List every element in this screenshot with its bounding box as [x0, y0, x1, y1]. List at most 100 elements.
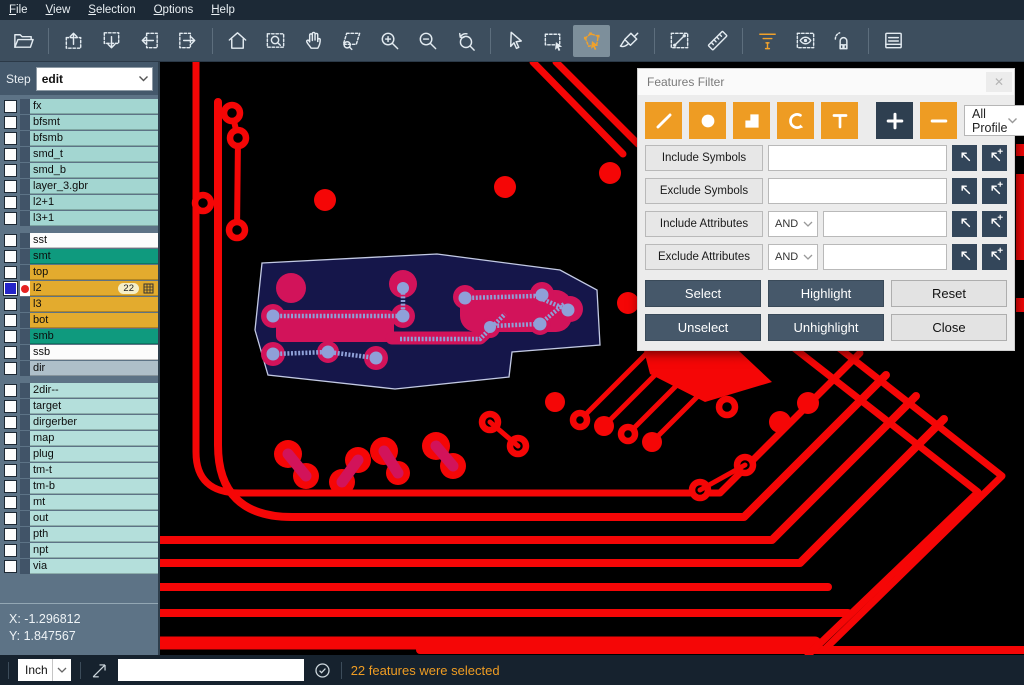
- pan-left-button[interactable]: [131, 25, 168, 57]
- reset-button[interactable]: Reset: [891, 280, 1007, 307]
- layer-label-l2[interactable]: l222: [30, 281, 158, 296]
- clean-brush-button[interactable]: [611, 25, 648, 57]
- pick-add-from-canvas-button[interactable]: [982, 211, 1007, 237]
- layer-checkbox-map[interactable]: [4, 432, 17, 445]
- filter-type-surface-button[interactable]: [733, 102, 770, 139]
- units-dropdown[interactable]: Inch: [18, 659, 71, 681]
- open-file-button[interactable]: [5, 25, 42, 57]
- layer-label-layer_3.gbr[interactable]: layer_3.gbr: [30, 179, 158, 194]
- filter-value-input[interactable]: [768, 145, 947, 171]
- zoom-in-button[interactable]: [371, 25, 408, 57]
- layer-checkbox-pth[interactable]: [4, 528, 17, 541]
- filter-row-label-button[interactable]: Exclude Attributes: [645, 244, 763, 270]
- layer-checkbox-top[interactable]: [4, 266, 17, 279]
- polarity-negative-button[interactable]: [920, 102, 957, 139]
- profile-dropdown[interactable]: All Profile: [964, 105, 1024, 136]
- layer-label-l3[interactable]: l3: [30, 297, 158, 312]
- layer-checkbox-tm-t[interactable]: [4, 464, 17, 477]
- filter-value-input[interactable]: [823, 244, 947, 270]
- layer-checkbox-fx[interactable]: [4, 100, 17, 113]
- layer-checkbox-smt[interactable]: [4, 250, 17, 263]
- layer-label-top[interactable]: top: [30, 265, 158, 280]
- layer-checkbox-mt[interactable]: [4, 496, 17, 509]
- layer-label-tm-t[interactable]: tm-t: [30, 463, 158, 478]
- angle-measure-icon[interactable]: [90, 661, 109, 680]
- zoom-out-button[interactable]: [409, 25, 446, 57]
- layer-label-bfsmb[interactable]: bfsmb: [30, 131, 158, 146]
- layer-checkbox-l2+1[interactable]: [4, 196, 17, 209]
- zoom-previous-button[interactable]: [447, 25, 484, 57]
- layer-label-via[interactable]: via: [30, 559, 158, 574]
- layer-label-smd_b[interactable]: smd_b: [30, 163, 158, 178]
- layer-checkbox-smb[interactable]: [4, 330, 17, 343]
- pick-from-canvas-button[interactable]: [952, 145, 977, 171]
- snap-mode-button[interactable]: [825, 25, 862, 57]
- measure-ruler-button[interactable]: [699, 25, 736, 57]
- layer-checkbox-l3[interactable]: [4, 298, 17, 311]
- menu-item-view[interactable]: View: [46, 4, 71, 16]
- highlight-button[interactable]: Highlight: [768, 280, 884, 307]
- pan-up-button[interactable]: [55, 25, 92, 57]
- filter-row-label-button[interactable]: Exclude Symbols: [645, 178, 763, 204]
- layer-label-mt[interactable]: mt: [30, 495, 158, 510]
- layer-label-tm-b[interactable]: tm-b: [30, 479, 158, 494]
- unselect-button[interactable]: Unselect: [645, 314, 761, 341]
- layer-checkbox-npt[interactable]: [4, 544, 17, 557]
- polarity-positive-button[interactable]: [876, 102, 913, 139]
- dialog-title-bar[interactable]: Features Filter ✕: [638, 69, 1014, 95]
- feature-properties-button[interactable]: [875, 25, 912, 57]
- layer-label-bot[interactable]: bot: [30, 313, 158, 328]
- select-pointer-button[interactable]: [497, 25, 534, 57]
- layer-checkbox-tm-b[interactable]: [4, 480, 17, 493]
- layer-label-bfsmt[interactable]: bfsmt: [30, 115, 158, 130]
- pan-down-button[interactable]: [93, 25, 130, 57]
- filter-type-arc-button[interactable]: [777, 102, 814, 139]
- layer-label-smt[interactable]: smt: [30, 249, 158, 264]
- filter-row-label-button[interactable]: Include Symbols: [645, 145, 763, 171]
- layer-checkbox-out[interactable]: [4, 512, 17, 525]
- zoom-region-button[interactable]: [333, 25, 370, 57]
- layer-label-smb[interactable]: smb: [30, 329, 158, 344]
- layer-label-l2+1[interactable]: l2+1: [30, 195, 158, 210]
- menu-item-options[interactable]: Options: [154, 4, 194, 16]
- layer-checkbox-2dir--[interactable]: [4, 384, 17, 397]
- layer-label-dirgerber[interactable]: dirgerber: [30, 415, 158, 430]
- pick-from-canvas-button[interactable]: [952, 211, 977, 237]
- menu-item-help[interactable]: Help: [211, 4, 235, 16]
- pick-add-from-canvas-button[interactable]: [982, 178, 1007, 204]
- operator-dropdown[interactable]: AND: [768, 244, 818, 270]
- filter-type-text-button[interactable]: [821, 102, 858, 139]
- command-input[interactable]: [118, 659, 304, 681]
- layer-checkbox-plug[interactable]: [4, 448, 17, 461]
- pick-add-from-canvas-button[interactable]: [982, 244, 1007, 270]
- layer-checkbox-bfsmt[interactable]: [4, 116, 17, 129]
- layer-label-plug[interactable]: plug: [30, 447, 158, 462]
- layer-grid-icon[interactable]: [143, 283, 154, 294]
- layer-label-smd_t[interactable]: smd_t: [30, 147, 158, 162]
- select-rectangle-button[interactable]: [535, 25, 572, 57]
- pcb-canvas[interactable]: Features Filter ✕ All Profile Include Sy…: [160, 62, 1024, 655]
- pick-from-canvas-button[interactable]: [952, 178, 977, 204]
- dialog-close-button[interactable]: ✕: [986, 72, 1012, 92]
- layer-label-pth[interactable]: pth: [30, 527, 158, 542]
- filter-row-label-button[interactable]: Include Attributes: [645, 211, 763, 237]
- layer-checkbox-sst[interactable]: [4, 234, 17, 247]
- layer-checkbox-bfsmb[interactable]: [4, 132, 17, 145]
- layer-table-button[interactable]: [143, 283, 154, 296]
- layer-checkbox-smd_b[interactable]: [4, 164, 17, 177]
- layer-checkbox-l3+1[interactable]: [4, 212, 17, 225]
- layer-checkbox-target[interactable]: [4, 400, 17, 413]
- view-options-button[interactable]: [787, 25, 824, 57]
- layer-label-map[interactable]: map: [30, 431, 158, 446]
- layer-label-fx[interactable]: fx: [30, 99, 158, 114]
- layer-label-sst[interactable]: sst: [30, 233, 158, 248]
- select-button[interactable]: Select: [645, 280, 761, 307]
- select-polygon-button[interactable]: [573, 25, 610, 57]
- zoom-area-button[interactable]: [257, 25, 294, 57]
- layer-label-l3+1[interactable]: l3+1: [30, 211, 158, 226]
- layer-checkbox-via[interactable]: [4, 560, 17, 573]
- step-dropdown[interactable]: edit: [36, 67, 153, 91]
- layer-checkbox-smd_t[interactable]: [4, 148, 17, 161]
- pick-add-from-canvas-button[interactable]: [982, 145, 1007, 171]
- unhighlight-button[interactable]: Unhighlight: [768, 314, 884, 341]
